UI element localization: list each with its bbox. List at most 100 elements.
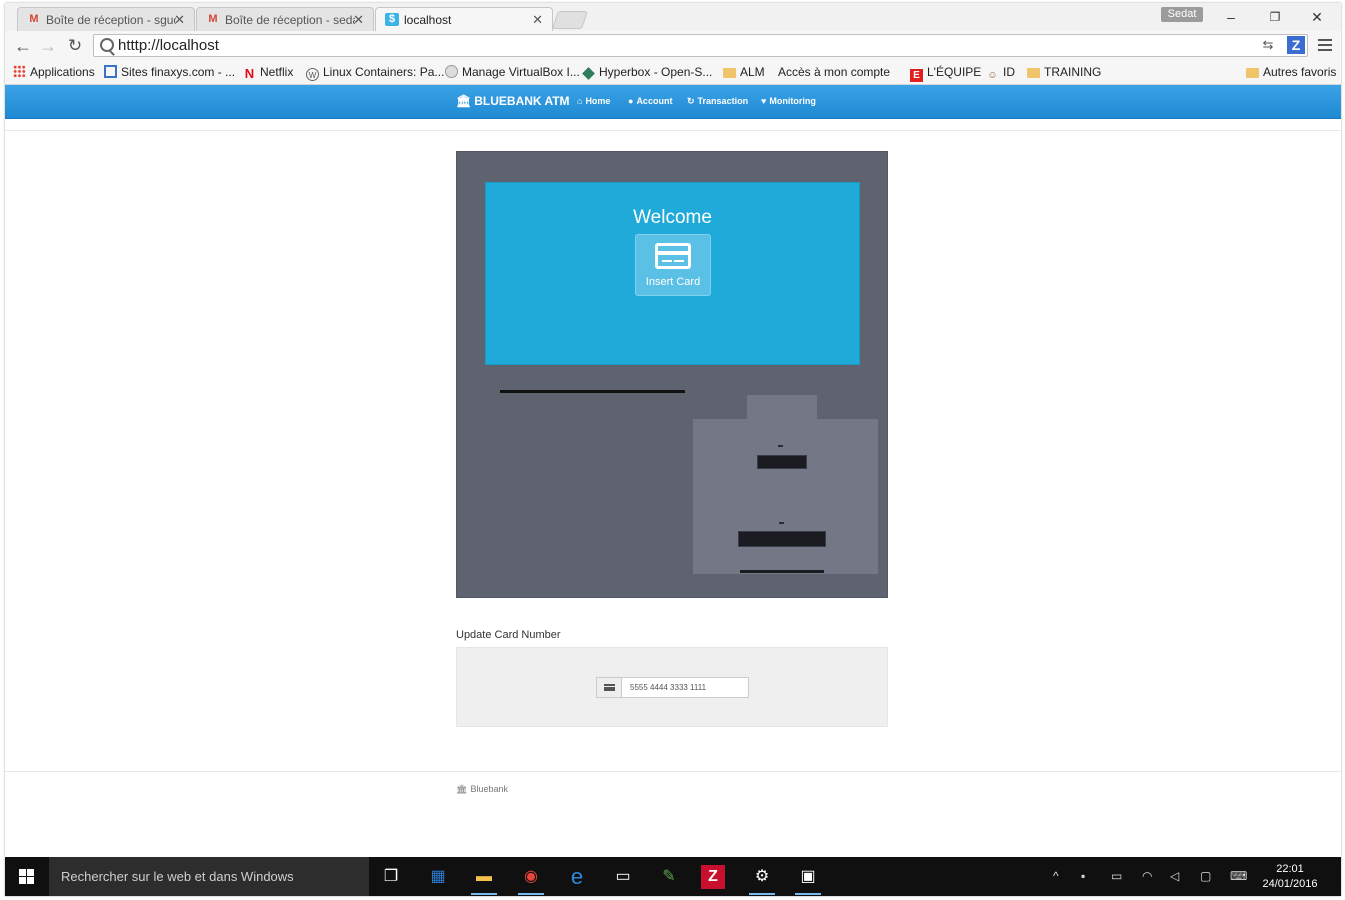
tab-gmail-1[interactable]: M Boîte de réception - sguc ✕ <box>17 7 195 31</box>
bookmark-linux-containers[interactable]: W Linux Containers: Pa... <box>306 65 444 81</box>
credit-card-icon <box>604 684 615 691</box>
insert-card-button[interactable]: Insert Card <box>635 234 711 296</box>
taskbar-search[interactable]: Rechercher sur le web et dans Windows <box>49 857 369 896</box>
id-icon: ☺ <box>987 70 998 81</box>
wifi-icon[interactable]: ◠ <box>1142 869 1152 883</box>
settings-icon[interactable]: ⚙ <box>747 862 777 895</box>
chevron-up-icon[interactable]: ^ <box>1053 869 1059 883</box>
bookmark-label: ID <box>1003 65 1015 79</box>
bookmark-other[interactable]: Autres favoris <box>1246 65 1336 79</box>
bookmark-lequipe[interactable]: E L'ÉQUIPE <box>910 65 981 82</box>
remote-desktop-icon[interactable]: ▣ <box>793 862 823 895</box>
atm-machine: Welcome Insert Card <box>456 151 888 598</box>
filezilla-icon[interactable]: Z <box>701 865 725 889</box>
header-divider <box>5 130 1341 131</box>
gmail-icon: M <box>208 13 218 25</box>
menu-icon[interactable] <box>1318 39 1332 51</box>
navbar-brand[interactable]: 🏛 BLUEBANK ATM <box>456 94 570 108</box>
notepad-icon[interactable]: ✎ <box>654 862 684 892</box>
bookmark-label: Netflix <box>260 65 294 79</box>
restore-icon[interactable]: ❐ <box>1266 9 1284 25</box>
file-explorer-icon[interactable]: ▬ <box>469 862 499 895</box>
nav-account[interactable]: ● Account <box>628 96 672 106</box>
forward-icon[interactable]: → <box>38 36 58 56</box>
bookmark-label: Manage VirtualBox I... <box>462 65 580 79</box>
bookmark-hyperbox[interactable]: Hyperbox - Open-S... <box>582 65 713 80</box>
home-icon: ⌂ <box>577 96 583 106</box>
bookmark-label: L'ÉQUIPE <box>927 65 982 79</box>
battery-icon[interactable]: ▭ <box>1111 869 1122 883</box>
apps-grid-icon <box>13 65 26 78</box>
nav-label: Transaction <box>697 96 749 106</box>
user-badge[interactable]: Sedat <box>1161 7 1203 22</box>
edge-icon[interactable]: e <box>562 862 592 892</box>
tab-title: Boîte de réception - sguc <box>46 13 176 27</box>
virtualbox-icon <box>445 65 458 78</box>
bookmark-finaxys[interactable]: Sites finaxys.com - ... <box>104 65 235 79</box>
folder-icon <box>723 68 736 78</box>
bookmark-label: Hyperbox - Open-S... <box>599 65 713 79</box>
back-icon[interactable]: ← <box>13 36 33 56</box>
tab-strip: M Boîte de réception - sguc ✕ M Boîte de… <box>5 3 1341 31</box>
device-icon[interactable]: ▪ <box>1081 869 1085 883</box>
lequipe-icon: E <box>910 69 923 82</box>
tab-gmail-2[interactable]: M Boîte de réception - sedat ✕ <box>196 7 374 31</box>
footer-divider <box>5 771 1341 772</box>
bookmark-label: Sites finaxys.com - ... <box>121 65 236 79</box>
notifications-icon[interactable]: ▢ <box>1200 869 1211 883</box>
dispenser-top <box>747 395 817 421</box>
task-view-icon[interactable]: ❐ <box>376 862 406 892</box>
close-icon[interactable]: ✕ <box>532 12 543 28</box>
hyperbox-icon <box>582 67 595 80</box>
nav-monitoring[interactable]: ♥ Monitoring <box>761 96 816 106</box>
close-icon[interactable]: ✕ <box>353 12 364 28</box>
dollar-icon: $ <box>385 13 399 26</box>
bookmark-virtualbox[interactable]: Manage VirtualBox I... <box>445 65 580 79</box>
close-icon[interactable]: ✕ <box>174 12 185 28</box>
tray-edge <box>740 570 824 573</box>
cash-slot <box>738 531 826 547</box>
bookmark-training[interactable]: TRAINING <box>1027 65 1101 79</box>
card-number-input[interactable] <box>621 677 749 698</box>
bank-icon: 🏛 <box>456 784 468 794</box>
tab-title: Boîte de réception - sedat <box>225 13 355 27</box>
windows-start-icon[interactable] <box>19 869 35 885</box>
card-addon <box>596 677 622 698</box>
nav-transaction[interactable]: ↻ Transaction <box>687 96 748 107</box>
nav-label: Monitoring <box>769 96 816 106</box>
translate-icon[interactable]: ⇆ <box>1259 36 1277 54</box>
zotero-icon[interactable]: Z <box>1287 36 1305 54</box>
clock[interactable]: 22:01 24/01/2016 <box>1260 862 1320 892</box>
mute-icon[interactable]: ◁ <box>1170 869 1179 883</box>
bookmark-id[interactable]: ☺ ID <box>986 65 1015 82</box>
keyboard-icon[interactable]: ⌨ <box>1230 869 1247 883</box>
nav-label: Account <box>636 96 673 106</box>
clock-time: 22:01 <box>1276 863 1304 875</box>
heartbeat-icon: ♥ <box>761 96 767 106</box>
outlook-icon[interactable]: ▦ <box>423 862 453 892</box>
bookmark-label: Autres favoris <box>1263 65 1337 79</box>
terminal-icon[interactable]: ▭ <box>608 862 638 892</box>
browser-window: M Boîte de réception - sguc ✕ M Boîte de… <box>5 3 1341 896</box>
close-window-icon[interactable]: ✕ <box>1308 9 1326 25</box>
chrome-icon[interactable]: ◉ <box>516 862 546 895</box>
card-number-group <box>596 677 749 698</box>
browser-toolbar: ← → ↻ htttp://localhost ⇆ Z <box>5 31 1341 61</box>
bookmark-label: Accès à mon compte <box>778 65 891 79</box>
update-card-label: Update Card Number <box>456 629 561 641</box>
address-bar[interactable]: htttp://localhost <box>93 34 1308 57</box>
search-placeholder: Rechercher sur le web et dans Windows <box>61 869 294 884</box>
bookmark-applications[interactable]: Applications <box>13 65 95 79</box>
nav-home[interactable]: ⌂ Home <box>577 96 610 106</box>
folder-icon <box>1027 68 1040 78</box>
gmail-icon: M <box>29 13 39 25</box>
bookmark-acces-compte[interactable]: Accès à mon compte <box>778 65 891 160</box>
reload-icon[interactable]: ↻ <box>65 36 85 56</box>
netflix-icon: N <box>244 66 255 81</box>
bookmark-alm[interactable]: ALM <box>723 65 765 79</box>
minimize-icon[interactable]: – <box>1222 9 1240 25</box>
bookmark-netflix[interactable]: N Netflix <box>243 65 294 81</box>
new-tab-button[interactable] <box>552 11 588 29</box>
nav-label: Home <box>585 96 611 106</box>
tab-localhost[interactable]: $ localhost ✕ <box>375 7 553 31</box>
